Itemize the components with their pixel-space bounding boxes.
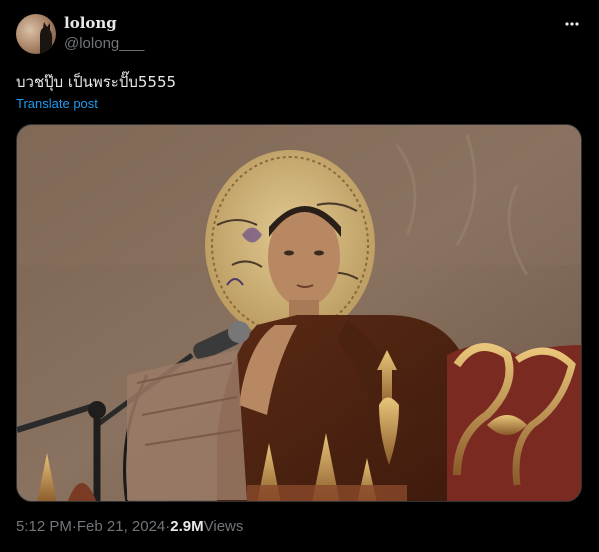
views-count: 2.9M xyxy=(170,518,204,535)
monk-photo-illustration xyxy=(17,125,581,501)
post-date[interactable]: Feb 21, 2024 xyxy=(77,518,165,535)
views-label: Views xyxy=(203,518,244,535)
user-handle[interactable]: @lolong___ xyxy=(64,35,144,52)
translate-post-link[interactable]: Translate post xyxy=(16,96,98,111)
ellipsis-glyph xyxy=(565,22,579,26)
cat-silhouette-avatar-icon xyxy=(40,22,53,54)
post-photo[interactable] xyxy=(16,124,582,502)
avatar[interactable] xyxy=(16,14,56,54)
post-text: บวชปุ๊บ เป็นพระปั๊บ5555 xyxy=(16,73,177,91)
display-name[interactable]: lolong xyxy=(64,14,117,32)
post-time[interactable]: 5:12 PM xyxy=(16,518,72,535)
post-meta: 5:12 PM · Feb 21, 2024 · 2.9M Views xyxy=(16,518,243,535)
more-horizontal-icon[interactable] xyxy=(561,14,583,34)
